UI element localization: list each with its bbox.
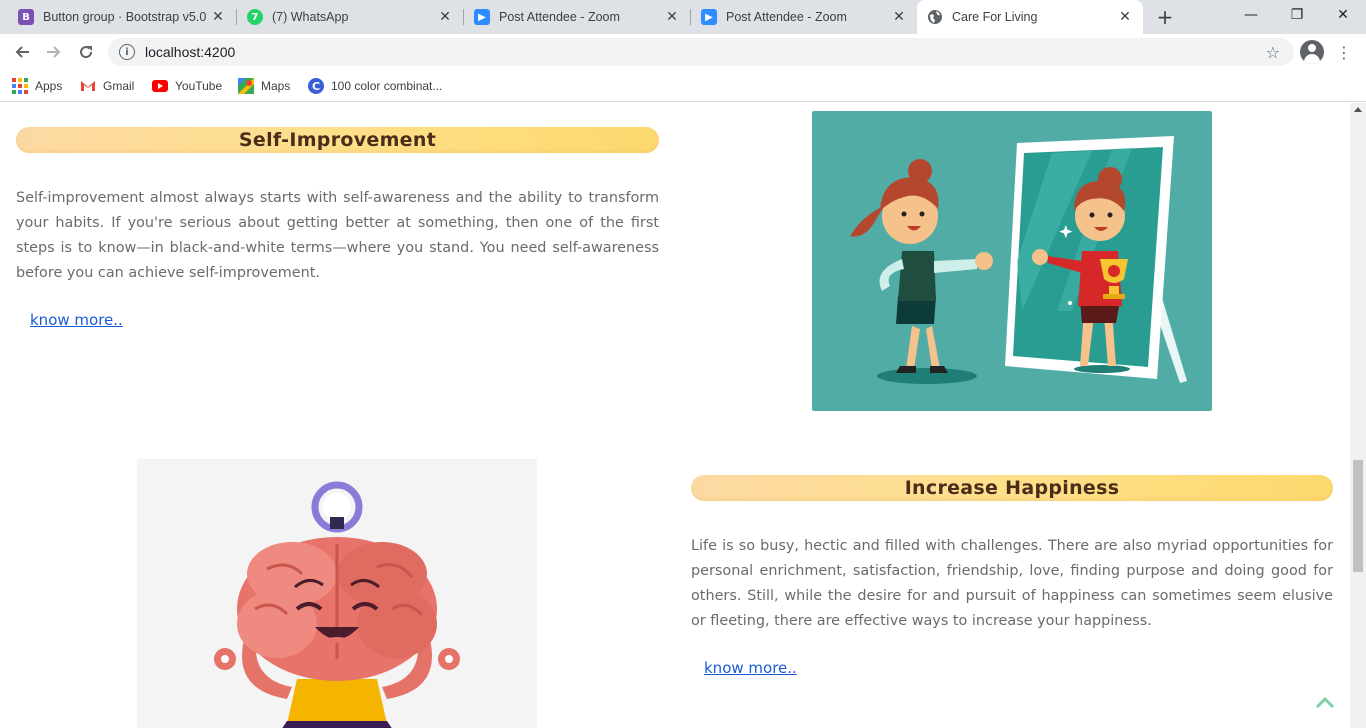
know-more-link[interactable]: know more.. xyxy=(30,311,123,329)
tab-zoom-2[interactable]: ▶ Post Attendee - Zoom ✕ xyxy=(691,0,917,34)
reload-icon[interactable] xyxy=(72,38,100,66)
url-text: localhost:4200 xyxy=(145,44,236,60)
star-icon[interactable]: ☆ xyxy=(1266,43,1280,62)
tab-whatsapp[interactable]: 7 (7) WhatsApp ✕ xyxy=(237,0,463,34)
tab-bootstrap[interactable]: B Button group · Bootstrap v5.0 ✕ xyxy=(8,0,236,34)
bookmark-color-combinations[interactable]: C 100 color combinat... xyxy=(308,74,442,98)
tab-title: Button group · Bootstrap v5.0 xyxy=(43,10,207,24)
gmail-icon xyxy=(80,78,96,94)
scroll-to-top-chevron-icon[interactable] xyxy=(1314,693,1336,711)
tab-title: (7) WhatsApp xyxy=(272,10,349,24)
bookmark-apps[interactable]: Apps xyxy=(12,74,62,98)
minimize-icon[interactable]: — xyxy=(1228,0,1274,30)
bookmark-gmail[interactable]: Gmail xyxy=(80,74,134,98)
canva-icon: C xyxy=(308,78,324,94)
close-icon[interactable]: ✕ xyxy=(437,9,453,25)
close-icon[interactable]: ✕ xyxy=(1117,9,1133,25)
address-bar[interactable]: i localhost:4200 ☆ xyxy=(108,38,1294,66)
tab-zoom-1[interactable]: ▶ Post Attendee - Zoom ✕ xyxy=(464,0,690,34)
page-content: Self-Improvement Self-improvement almost… xyxy=(0,103,1350,728)
tab-strip: B Button group · Bootstrap v5.0 ✕ 7 (7) … xyxy=(0,0,1366,34)
profile-avatar-icon[interactable] xyxy=(1300,40,1324,64)
bookmark-maps[interactable]: Maps xyxy=(238,74,290,98)
apps-grid-icon xyxy=(12,78,28,94)
section-heading-pill: Self-Improvement xyxy=(16,127,659,153)
browser-toolbar: i localhost:4200 ☆ xyxy=(0,34,1366,70)
youtube-icon xyxy=(152,78,168,94)
bookmark-label: Apps xyxy=(35,79,63,93)
self-improvement-illustration xyxy=(812,111,1212,411)
back-arrow-icon[interactable] xyxy=(8,38,36,66)
svg-text:C: C xyxy=(312,80,320,93)
zoom-icon: ▶ xyxy=(474,9,490,25)
maximize-icon[interactable]: ❐ xyxy=(1274,0,1320,30)
zoom-icon: ▶ xyxy=(701,9,717,25)
scrollbar-thumb[interactable] xyxy=(1353,460,1363,572)
section-title: Self-Improvement xyxy=(238,129,437,151)
tab-title: Post Attendee - Zoom xyxy=(726,10,847,24)
new-tab-button[interactable]: + xyxy=(1153,5,1177,29)
bookmark-label: 100 color combinat... xyxy=(331,79,443,93)
menu-kebab-icon[interactable]: ⋮ xyxy=(1336,40,1352,64)
close-icon[interactable]: ✕ xyxy=(210,9,226,25)
bookmark-label: Gmail xyxy=(103,79,135,93)
mindful-brain-illustration xyxy=(137,459,537,728)
bookmarks-bar: Apps Gmail YouTube Maps C 100 color comb… xyxy=(0,70,1366,102)
close-icon[interactable]: ✕ xyxy=(664,9,680,25)
section-title: Increase Happiness xyxy=(904,477,1120,499)
tab-title: Post Attendee - Zoom xyxy=(499,10,620,24)
section-text: Life is so busy, hectic and filled with … xyxy=(691,538,1333,629)
tab-title: Care For Living xyxy=(952,10,1038,24)
maps-icon xyxy=(238,78,254,94)
section-heading-pill: Increase Happiness xyxy=(691,475,1333,501)
section-text: Self-improvement almost always starts wi… xyxy=(16,190,659,281)
forward-arrow-icon[interactable] xyxy=(40,38,68,66)
tab-care-for-living[interactable]: Care For Living ✕ xyxy=(917,0,1143,34)
page-scrollbar[interactable] xyxy=(1350,103,1366,728)
bootstrap-icon: B xyxy=(18,9,34,25)
bookmark-youtube[interactable]: YouTube xyxy=(152,74,222,98)
whatsapp-icon: 7 xyxy=(247,9,263,25)
close-icon[interactable]: ✕ xyxy=(891,9,907,25)
know-more-link[interactable]: know more.. xyxy=(704,659,797,677)
info-icon[interactable]: i xyxy=(119,44,135,60)
bookmark-label: YouTube xyxy=(175,79,223,93)
bookmark-label: Maps xyxy=(261,79,291,93)
globe-icon xyxy=(927,9,943,25)
scroll-up-arrow-icon[interactable] xyxy=(1354,107,1362,112)
close-window-icon[interactable]: ✕ xyxy=(1320,0,1366,30)
